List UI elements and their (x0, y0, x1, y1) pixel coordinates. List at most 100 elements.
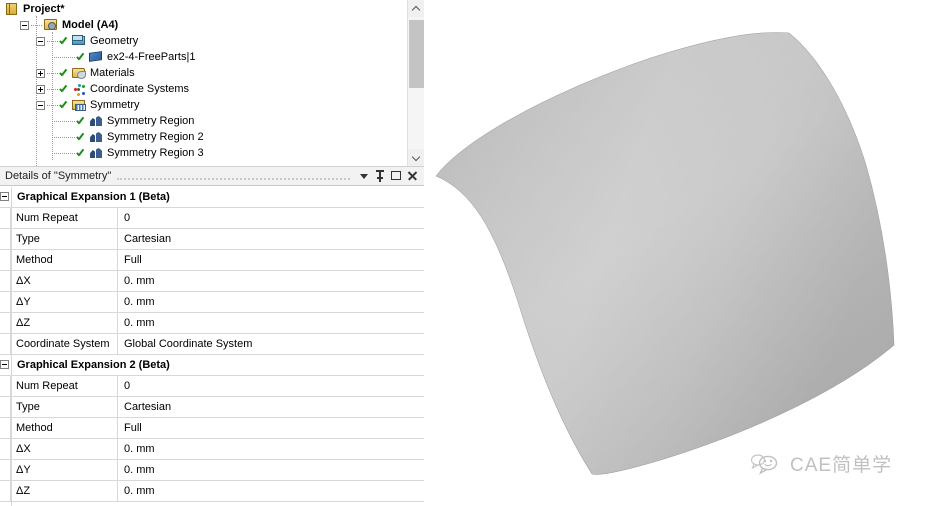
property-section-header[interactable]: Graphical Expansion 2 (Beta) (0, 355, 424, 376)
tree-item-model-a4[interactable]: Model (A4) (0, 17, 406, 33)
tree-item-coordinate-systems[interactable]: Coordinate Systems (0, 81, 406, 97)
grid-gutter (0, 208, 11, 228)
tree-collapse-icon[interactable] (36, 100, 45, 110)
section-title: Graphical Expansion 1 (Beta) (11, 187, 424, 207)
scrollbar-thumb[interactable] (409, 20, 424, 88)
tree-connector (52, 56, 75, 58)
tree-expand-icon[interactable] (36, 68, 45, 78)
property-row[interactable]: Type Cartesian (0, 229, 424, 250)
coordinate-icon (71, 82, 87, 96)
pin-icon[interactable] (372, 168, 388, 184)
outline-tree-panel: Project* Model (A4) Geometry ex2-4-FreePart… (0, 0, 424, 166)
scrollbar-track[interactable] (408, 17, 424, 149)
details-property-grid[interactable]: Graphical Expansion 1 (Beta) Num Repeat 0 T… (0, 187, 424, 506)
property-value[interactable]: 0. mm (118, 292, 424, 312)
status-check-icon (59, 67, 70, 79)
model-icon (43, 18, 59, 32)
tree-connector (52, 152, 75, 154)
property-row[interactable]: Num Repeat 0 (0, 376, 424, 397)
property-row[interactable]: ΔZ 0. mm (0, 313, 424, 334)
property-section-header[interactable]: Graphical Expansion 1 (Beta) (0, 187, 424, 208)
property-label: Type (11, 229, 118, 249)
property-row[interactable]: ΔX 0. mm (0, 439, 424, 460)
tree-connector (52, 120, 75, 122)
3d-geometry-viewport[interactable] (424, 0, 930, 506)
curved-shell-geometry[interactable] (424, 0, 930, 506)
tree-item-geometry[interactable]: Geometry (0, 33, 406, 49)
header-dotted-filler (117, 178, 350, 180)
property-row[interactable]: ΔZ 0. mm (0, 481, 424, 502)
scroll-up-button[interactable] (408, 0, 424, 17)
outline-tree[interactable]: Project* Model (A4) Geometry ex2-4-FreePart… (0, 0, 406, 166)
property-value[interactable]: Cartesian (118, 229, 424, 249)
tree-expand-icon[interactable] (36, 84, 45, 94)
grid-gutter (0, 397, 11, 417)
symmetry-region-icon (88, 130, 104, 144)
scroll-down-button[interactable] (408, 149, 424, 166)
property-row[interactable]: Type Cartesian (0, 397, 424, 418)
property-label: ΔX (11, 439, 118, 459)
property-value[interactable]: Global Coordinate System (118, 334, 424, 354)
tree-item-ex2-4-freeparts-1[interactable]: ex2-4-FreeParts|1 (0, 49, 406, 65)
property-value[interactable]: 0. mm (118, 460, 424, 480)
materials-icon (71, 66, 87, 80)
section-collapse-icon[interactable] (0, 360, 9, 369)
chevron-down-icon (411, 152, 421, 162)
property-label: ΔY (11, 460, 118, 480)
grid-gutter (0, 271, 11, 291)
property-value[interactable]: 0. mm (118, 481, 424, 501)
maximize-icon[interactable] (388, 168, 404, 184)
property-value[interactable]: Cartesian (118, 397, 424, 417)
status-check-icon (76, 51, 87, 63)
property-value[interactable]: 0 (118, 376, 424, 396)
property-value[interactable]: Full (118, 250, 424, 270)
tree-item-label: Materials (90, 67, 135, 79)
property-row[interactable]: ΔY 0. mm (0, 292, 424, 313)
property-value[interactable]: 0 (118, 208, 424, 228)
dropdown-caret-icon[interactable] (356, 168, 372, 184)
property-label: Type (11, 397, 118, 417)
section-title: Graphical Expansion 2 (Beta) (11, 355, 424, 375)
chat-bubble-smiley-icon (750, 451, 782, 477)
property-value[interactable]: 0. mm (118, 439, 424, 459)
details-panel-header: Details of "Symmetry" (0, 166, 424, 186)
chevron-up-icon (411, 5, 421, 15)
grid-gutter (0, 292, 11, 312)
grid-gutter (0, 250, 11, 270)
grid-gutter (0, 355, 11, 375)
status-check-icon (76, 115, 87, 127)
property-value[interactable]: 0. mm (118, 313, 424, 333)
tree-item-symmetry-region[interactable]: Symmetry Region (0, 113, 406, 129)
tree-item-materials[interactable]: Materials (0, 65, 406, 81)
tree-collapse-icon[interactable] (20, 20, 29, 30)
property-value[interactable]: 0. mm (118, 271, 424, 291)
property-label: ΔX (11, 271, 118, 291)
property-row[interactable]: Method Full (0, 418, 424, 439)
tree-item-symmetry-region-2[interactable]: Symmetry Region 2 (0, 129, 406, 145)
property-row[interactable]: Coordinate System Global Coordinate Syste… (0, 334, 424, 355)
tree-item-symmetry-region-3[interactable]: Symmetry Region 3 (0, 145, 406, 161)
property-row[interactable]: Num Repeat 0 (0, 208, 424, 229)
symmetry-region-icon (88, 114, 104, 128)
tree-vertical-scrollbar[interactable] (407, 0, 424, 166)
property-label: ΔZ (11, 313, 118, 333)
property-row[interactable]: ΔY 0. mm (0, 460, 424, 481)
status-check-icon (59, 35, 70, 47)
property-row[interactable]: Method Full (0, 250, 424, 271)
tree-item-symmetry[interactable]: Symmetry (0, 97, 406, 113)
property-row[interactable]: ΔX 0. mm (0, 271, 424, 292)
ansys-mechanical-window: Project* Model (A4) Geometry ex2-4-FreePart… (0, 0, 930, 506)
grid-gutter (0, 439, 11, 459)
property-label: ΔY (11, 292, 118, 312)
section-collapse-icon[interactable] (0, 192, 9, 201)
close-icon[interactable] (404, 168, 420, 184)
property-value[interactable]: Full (118, 418, 424, 438)
property-label: Num Repeat (11, 208, 118, 228)
grid-gutter (0, 313, 11, 333)
tree-collapse-icon[interactable] (36, 36, 45, 46)
tree-item-project[interactable]: Project* (0, 1, 406, 17)
